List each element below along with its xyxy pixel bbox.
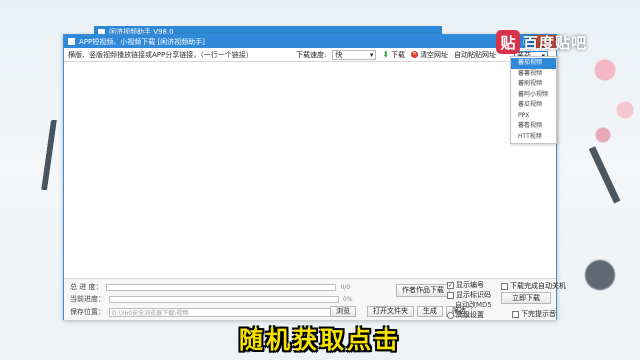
source-option[interactable]: 蕃阿小视频 bbox=[511, 90, 556, 101]
open-folder-button[interactable]: 打开文件夹 bbox=[367, 305, 414, 317]
watermark-logo: 贴 百度贴吧 bbox=[496, 30, 587, 54]
auto-md5-label[interactable]: 自动改MD5 bbox=[455, 300, 492, 310]
checkbox-icon bbox=[512, 310, 519, 318]
save-path-label: 保存位置： bbox=[70, 308, 105, 316]
link-textarea[interactable] bbox=[64, 63, 556, 277]
download-label: 下载 bbox=[391, 50, 406, 59]
show-number-label: 显示编号 bbox=[456, 281, 484, 289]
download-now-button[interactable]: 立即下载 bbox=[501, 292, 551, 304]
speed-label: 下载速度: bbox=[296, 50, 327, 59]
clear-icon: ✕ bbox=[411, 51, 419, 58]
radio-icon bbox=[447, 311, 454, 319]
total-progress-label: 总 进 度： bbox=[70, 283, 103, 291]
current-progress-value: 0% bbox=[343, 295, 353, 303]
show-number-checkbox[interactable]: ✓ 显示编号 bbox=[447, 280, 484, 290]
checkbox-icon bbox=[501, 282, 508, 290]
background-blossom bbox=[585, 40, 640, 160]
current-progress-label: 当前进度： bbox=[70, 295, 105, 303]
source-option[interactable]: PPX bbox=[511, 111, 556, 122]
logo-badge: 贴 bbox=[496, 30, 520, 54]
clear-url-button[interactable]: ✕ 清空网址 bbox=[411, 50, 448, 60]
link-input-hint: 横版、竖版视频播放链接或APP分享链接，（一行一个链接） bbox=[68, 50, 253, 59]
window-title: APP短视频、小视频下载 [闲济视频助手] bbox=[79, 37, 205, 46]
auto-paste-button[interactable]: 自动粘贴网址 bbox=[454, 50, 496, 60]
shutdown-after-download-label: 下载完成自动关机 bbox=[510, 282, 566, 290]
complete-sound-label: 下完提示音 bbox=[521, 310, 556, 318]
background-bird bbox=[570, 245, 630, 305]
checkbox-icon bbox=[447, 291, 454, 299]
bottom-panel: 总 进 度： 0/0 当前进度： 0% 保存位置： D:\360安全浏览器下载\… bbox=[64, 278, 566, 320]
advanced-settings-option[interactable]: 高级设置 bbox=[447, 310, 484, 320]
speed-select[interactable]: 快 ▾ bbox=[332, 49, 377, 60]
checkbox-checked-icon: ✓ bbox=[447, 281, 454, 289]
source-option[interactable]: 蕃瓜视频 bbox=[511, 100, 556, 111]
main-window: APP短视频、小视频下载 [闲济视频助手] — □ ✕ 横版、竖版视频播放链接或… bbox=[63, 34, 566, 320]
source-option[interactable]: 蕃看视频 bbox=[511, 121, 556, 132]
total-progress-bar bbox=[106, 283, 337, 291]
download-button[interactable]: ⬇ 下载 bbox=[382, 50, 405, 60]
source-dropdown-list: 蕃茄视频 蕃薯视频 蕃刷视频 蕃阿小视频 蕃瓜视频 PPX 蕃看视频 HTT视频 bbox=[510, 56, 557, 144]
auto-paste-label: 自动粘贴网址 bbox=[454, 50, 497, 59]
complete-sound-checkbox[interactable]: 下完提示音 bbox=[512, 309, 556, 319]
browse-button[interactable]: 浏览 bbox=[330, 305, 356, 317]
chevron-down-icon: ▾ bbox=[369, 50, 374, 59]
current-progress-bar bbox=[109, 295, 339, 303]
show-watermark-checkbox[interactable]: 显示标识码 bbox=[447, 290, 491, 300]
source-option[interactable]: 蕃薯视频 bbox=[511, 69, 556, 80]
window-titlebar[interactable]: APP短视频、小视频下载 [闲济视频助手] — □ ✕ bbox=[64, 35, 556, 48]
source-option[interactable]: 蕃茄视频 bbox=[511, 58, 556, 69]
logo-text: 百度贴吧 bbox=[523, 33, 588, 52]
save-path-input[interactable]: D:\360安全浏览器下载\视频 bbox=[109, 307, 339, 317]
download-icon: ⬇ bbox=[382, 50, 390, 59]
clear-url-label: 清空网址 bbox=[420, 50, 449, 59]
advanced-settings-label: 高级设置 bbox=[456, 311, 484, 319]
source-option[interactable]: 蕃刷视频 bbox=[511, 79, 556, 90]
total-progress-value: 0/0 bbox=[340, 283, 351, 291]
show-watermark-label: 显示标识码 bbox=[456, 291, 491, 299]
video-subtitle: 随机获取点击 bbox=[239, 326, 401, 354]
source-option[interactable]: HTT视频 bbox=[511, 132, 556, 143]
app-icon bbox=[68, 38, 75, 45]
shutdown-after-download-checkbox[interactable]: 下载完成自动关机 bbox=[501, 281, 566, 291]
author-works-download-button[interactable]: 作者作品下载 bbox=[396, 283, 450, 297]
toolbar: 横版、竖版视频播放链接或APP分享链接，（一行一个链接） 下载速度: 快 ▾ ⬇… bbox=[64, 48, 556, 62]
speed-value: 快 bbox=[335, 50, 343, 59]
generate-button[interactable]: 生成 bbox=[417, 305, 443, 317]
